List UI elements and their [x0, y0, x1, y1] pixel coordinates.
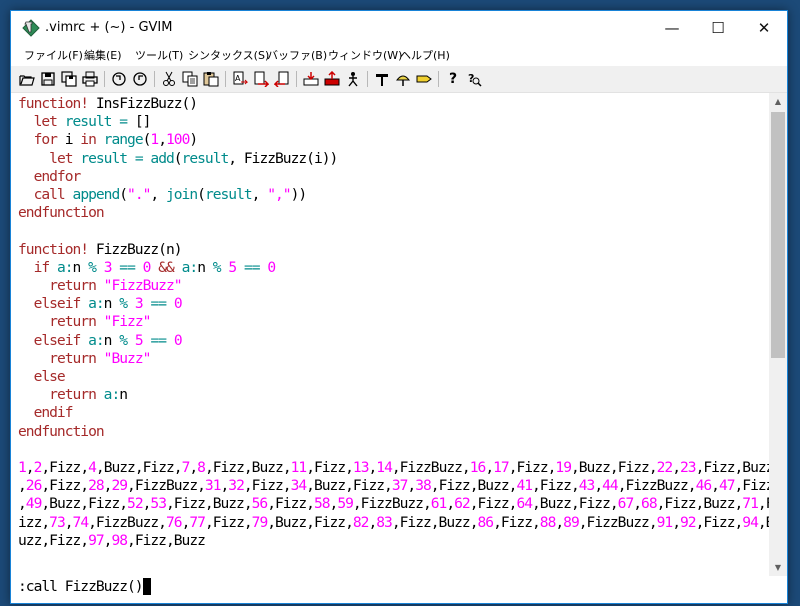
code-line: call append(".", join(result, ","))	[33, 186, 308, 203]
close-button[interactable]: ✕	[741, 11, 787, 45]
scrollbar-thumb[interactable]	[771, 112, 785, 358]
help-glyph: ?	[448, 71, 458, 87]
output-line: ,26,Fizz,28,29,FizzBuzz,31,32,Fizz,34,Bu…	[18, 477, 774, 495]
command-line[interactable]: :call FizzBuzz()	[11, 576, 787, 603]
help-icon[interactable]: ?	[443, 69, 463, 89]
output-line: ,49,Buzz,Fizz,52,53,Fizz,Buzz,56,Fizz,58…	[18, 495, 774, 513]
tag-jump-icon[interactable]	[414, 69, 434, 89]
scroll-down-arrow-icon[interactable]: ▼	[769, 559, 787, 576]
toolbar-separator	[367, 71, 368, 87]
code-line: return "Buzz"	[49, 349, 151, 367]
print-icon[interactable]	[80, 69, 100, 89]
save-icon[interactable]	[38, 69, 58, 89]
menu-buffers[interactable]: バッファ(B)	[267, 47, 327, 63]
command-text: :call FizzBuzz()	[18, 578, 144, 595]
menu-syntax[interactable]: シンタックス(S)	[188, 47, 269, 63]
output-line: izz,73,74,FizzBuzz,76,77,Fizz,79,Buzz,Fi…	[18, 513, 774, 531]
save-all-icon[interactable]	[59, 69, 79, 89]
toolbar-separator	[296, 71, 297, 87]
code-line: for i in range(1,100)	[33, 131, 199, 149]
run-script-icon[interactable]	[343, 69, 363, 89]
menu-edit[interactable]: 編集(E)	[84, 47, 122, 63]
output-line: 1,2,Fizz,4,Buzz,Fizz,7,8,Fizz,Buzz,11,Fi…	[18, 459, 774, 476]
code-line: endfunction	[18, 204, 105, 222]
copy-icon[interactable]	[180, 69, 200, 89]
make-icon[interactable]	[372, 69, 392, 89]
output-line: uzz,Fizz,97,98,Fizz,Buzz	[18, 531, 206, 549]
code-line: elseif a:n % 5 == 0	[33, 331, 183, 349]
code-line: if a:n % 3 == 0 && a:n % 5 == 0	[33, 258, 277, 276]
code-line: return "FizzBuzz"	[49, 277, 182, 294]
minimize-button[interactable]: —	[649, 11, 695, 45]
redo-icon[interactable]	[130, 69, 150, 89]
find-help-icon[interactable]: ?	[464, 69, 484, 89]
window-title: .vimrc + (~) - GVIM	[45, 20, 173, 35]
svg-text:A: A	[235, 74, 241, 83]
gvim-window: .vimrc + (~) - GVIM — ☐ ✕ ファイル(F) 編集(E) …	[10, 10, 788, 604]
code-line: function! FizzBuzz(n)	[18, 240, 183, 258]
gvim-app-icon[interactable]	[22, 19, 40, 37]
toolbar: A ? ?	[11, 66, 787, 93]
cut-icon[interactable]	[159, 69, 179, 89]
toolbar-separator	[154, 71, 155, 87]
replace-icon[interactable]: A	[230, 69, 250, 89]
editor-buffer[interactable]: function! InsFizzBuzz() let result = [] …	[11, 93, 774, 576]
code-line: endfor	[33, 167, 82, 185]
toolbar-separator	[104, 71, 105, 87]
menu-file[interactable]: ファイル(F)	[24, 47, 83, 63]
code-line: endfunction	[18, 422, 105, 440]
code-line: elseif a:n % 3 == 0	[33, 295, 183, 313]
maximize-button[interactable]: ☐	[695, 11, 741, 45]
vertical-scrollbar[interactable]: ▲ ▼	[769, 93, 787, 576]
code-line: else	[33, 368, 66, 385]
code-line: function! InsFizzBuzz()	[18, 95, 198, 112]
toolbar-separator	[438, 71, 439, 87]
code-line: let result = []	[33, 113, 152, 131]
paste-icon[interactable]	[201, 69, 221, 89]
menu-help[interactable]: ヘルプ(H)	[400, 47, 450, 63]
menu-tools[interactable]: ツール(T)	[135, 47, 183, 63]
scroll-up-arrow-icon[interactable]: ▲	[769, 93, 787, 110]
text-cursor	[142, 578, 151, 595]
title-bar[interactable]: .vimrc + (~) - GVIM — ☐ ✕	[11, 11, 787, 45]
toolbar-separator	[225, 71, 226, 87]
find-next-icon[interactable]	[251, 69, 271, 89]
code-line: return a:n	[49, 386, 128, 404]
code-line: let result = add(result, FizzBuzz(i))	[49, 149, 338, 167]
code-line: return "Fizz"	[49, 313, 151, 331]
open-icon[interactable]	[17, 69, 37, 89]
shell-icon[interactable]	[393, 69, 413, 89]
load-session-icon[interactable]	[301, 69, 321, 89]
code-line: endif	[33, 404, 74, 422]
menu-bar: ファイル(F) 編集(E) ツール(T) シンタックス(S) バッファ(B) ウ…	[11, 45, 787, 65]
menu-window[interactable]: ウィンドウ(W)	[328, 47, 402, 63]
save-session-icon[interactable]	[322, 69, 342, 89]
undo-icon[interactable]	[109, 69, 129, 89]
find-prev-icon[interactable]	[272, 69, 292, 89]
